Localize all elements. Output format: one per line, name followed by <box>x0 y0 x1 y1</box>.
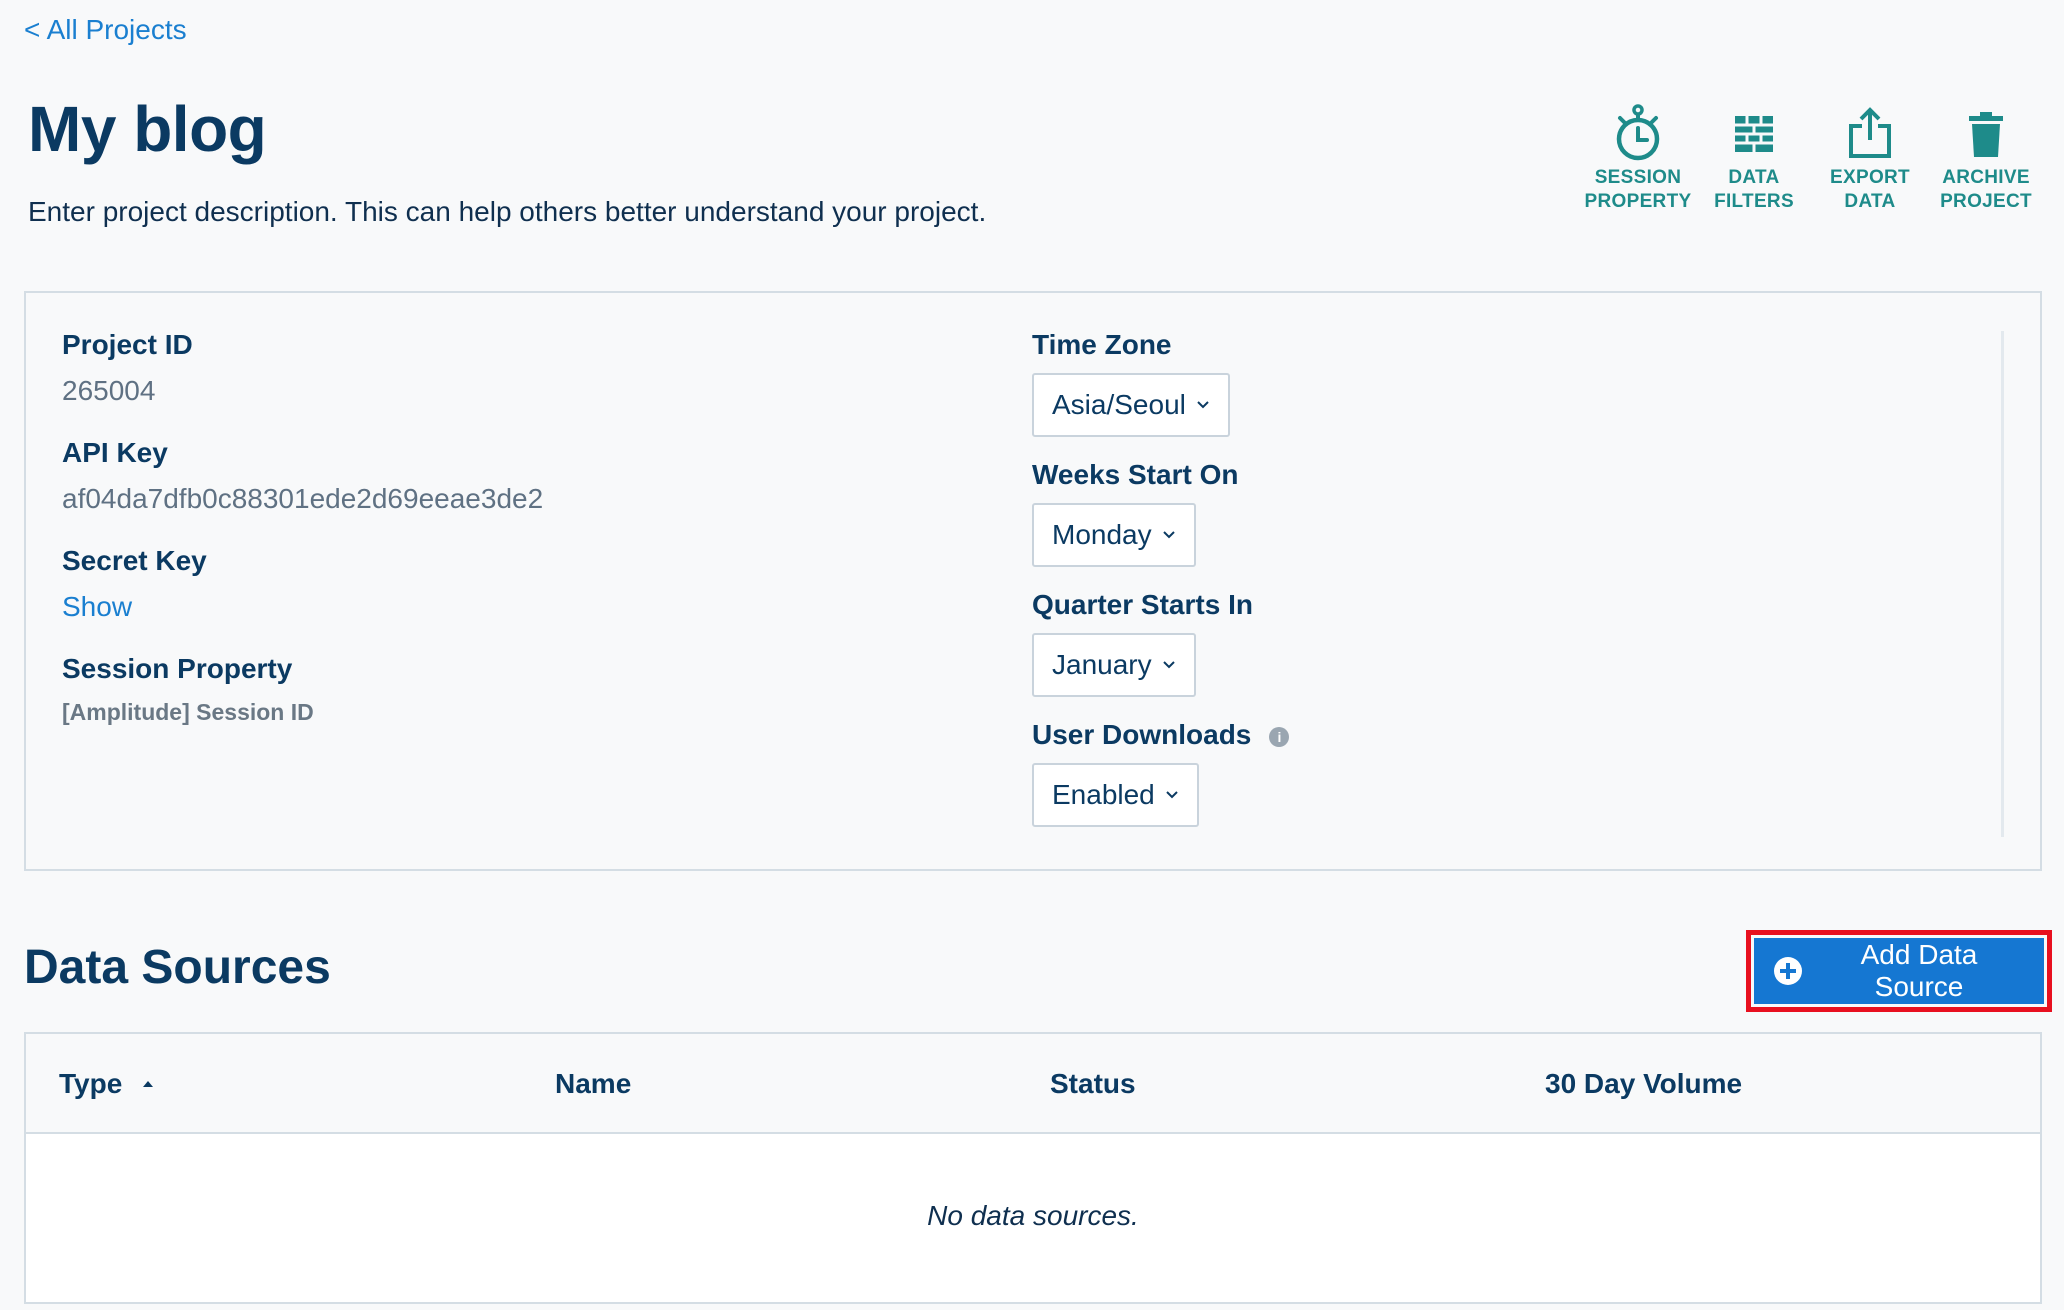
quarter-start-value: January <box>1052 649 1152 680</box>
week-start-group: Weeks Start On Monday <box>1032 459 1289 567</box>
stopwatch-icon <box>1616 104 1660 161</box>
project-settings-column: Time Zone Asia/Seoul Weeks Start On Mond… <box>1032 329 1290 827</box>
api-key-label: API Key <box>62 437 168 468</box>
export-data-button[interactable]: EXPORT DATA <box>1812 104 1928 214</box>
session-property-button[interactable]: SESSION PROPERTY <box>1580 104 1696 214</box>
user-downloads-group: User Downloads i Enabled <box>1032 719 1290 827</box>
project-details-column: Project ID 265004 API Key af04da7dfb0c88… <box>62 329 543 726</box>
table-header: Type Name Status 30 Day Volume <box>26 1034 2040 1134</box>
export-icon <box>1849 107 1891 158</box>
plus-circle-icon <box>1774 957 1802 985</box>
chevron-down-icon <box>1162 531 1175 539</box>
info-icon[interactable]: i <box>1269 727 1290 747</box>
user-downloads-value: Enabled <box>1052 779 1155 810</box>
quarter-start-label: Quarter Starts In <box>1032 589 1253 620</box>
session-property-label: SESSION PROPERTY <box>1584 167 1692 212</box>
brick-wall-icon <box>1735 116 1773 152</box>
project-actions-toolbar: SESSION PROPERTY DATA FILTERS EXPORT DAT… <box>1580 104 2044 214</box>
scrollbar-track[interactable] <box>2001 331 2004 837</box>
archive-project-button[interactable]: ARCHIVE PROJECT <box>1928 104 2044 214</box>
week-start-label: Weeks Start On <box>1032 459 1239 490</box>
session-property-value: [Amplitude] Session ID <box>62 699 314 725</box>
secret-key-group: Secret Key Show <box>62 545 543 623</box>
column-header-type-label: Type <box>59 1068 123 1099</box>
data-sources-title: Data Sources <box>24 941 331 994</box>
show-secret-key-link[interactable]: Show <box>62 591 543 623</box>
project-description[interactable]: Enter project description. This can help… <box>28 196 986 228</box>
data-filters-button[interactable]: DATA FILTERS <box>1696 104 1812 214</box>
archive-project-label: ARCHIVE PROJECT <box>1940 167 2032 212</box>
empty-state-message: No data sources. <box>927 1200 1139 1231</box>
user-downloads-label: User Downloads <box>1032 719 1252 750</box>
api-key-group: API Key af04da7dfb0c88301ede2d69eeae3de2 <box>62 437 543 515</box>
chevron-down-icon <box>1197 401 1209 409</box>
export-data-label: EXPORT DATA <box>1830 167 1910 212</box>
project-id-label: Project ID <box>62 329 193 360</box>
secret-key-label: Secret Key <box>62 545 207 576</box>
add-data-source-highlight: Add Data Source <box>1746 930 2052 1012</box>
api-key-value: af04da7dfb0c88301ede2d69eeae3de2 <box>62 483 544 514</box>
data-sources-table: Type Name Status 30 Day Volume No data s… <box>24 1032 2042 1304</box>
sort-ascending-icon <box>143 1081 154 1087</box>
column-header-status[interactable]: Status <box>1050 1068 1136 1100</box>
chevron-down-icon <box>1162 661 1175 669</box>
quarter-start-group: Quarter Starts In January <box>1032 589 1289 697</box>
week-start-select[interactable]: Monday <box>1032 503 1196 567</box>
data-filters-label: DATA FILTERS <box>1714 167 1794 212</box>
project-id-value: 265004 <box>62 375 156 406</box>
user-downloads-label-row: User Downloads i <box>1032 719 1290 751</box>
session-property-group: Session Property [Amplitude] Session ID <box>62 653 543 726</box>
column-header-name[interactable]: Name <box>555 1068 631 1100</box>
project-settings-card: Project ID 265004 API Key af04da7dfb0c88… <box>24 291 2042 871</box>
time-zone-label: Time Zone <box>1032 329 1172 360</box>
session-property-field-label: Session Property <box>62 653 293 684</box>
column-header-type[interactable]: Type <box>59 1068 154 1100</box>
add-data-source-label: Add Data Source <box>1860 939 1978 1002</box>
add-data-source-button[interactable]: Add Data Source <box>1754 938 2044 1004</box>
time-zone-group: Time Zone Asia/Seoul <box>1032 329 1289 437</box>
quarter-start-select[interactable]: January <box>1032 633 1196 697</box>
time-zone-value: Asia/Seoul <box>1052 389 1186 420</box>
project-settings-page: < All Projects My blog Enter project des… <box>0 0 2064 1310</box>
trash-icon <box>1969 112 2003 157</box>
week-start-value: Monday <box>1052 519 1152 550</box>
page-title[interactable]: My blog <box>28 92 267 166</box>
all-projects-link[interactable]: < All Projects <box>24 14 187 46</box>
time-zone-select[interactable]: Asia/Seoul <box>1032 373 1230 437</box>
project-id-group: Project ID 265004 <box>62 329 543 407</box>
user-downloads-select[interactable]: Enabled <box>1032 763 1199 827</box>
column-header-volume[interactable]: 30 Day Volume <box>1545 1068 1742 1100</box>
chevron-down-icon <box>1166 791 1178 799</box>
